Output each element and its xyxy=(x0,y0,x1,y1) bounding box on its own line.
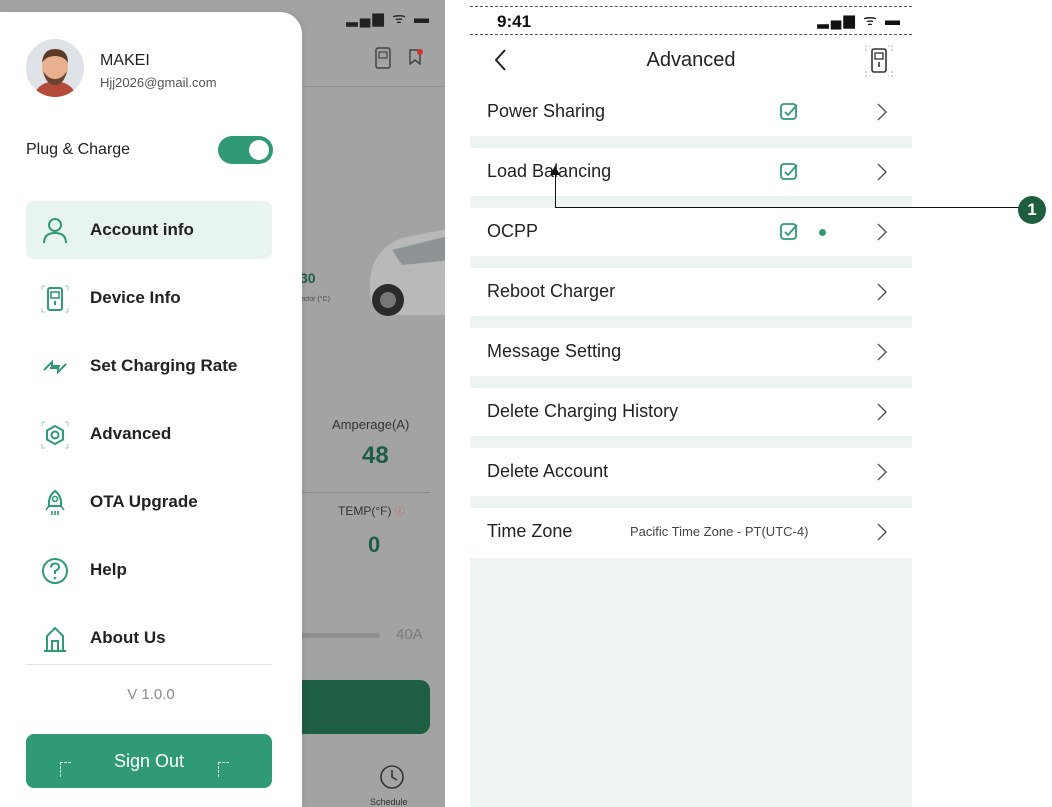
toggle-knob xyxy=(249,140,269,160)
building-icon xyxy=(40,624,70,654)
right-phone-screen: 9:41 ▂▄▆ ᯤ ▬ Advanced Power Sharing Load… xyxy=(470,0,912,807)
app-version: V 1.0.0 xyxy=(127,686,175,703)
plug-charge-toggle[interactable] xyxy=(218,136,273,164)
notification-dot xyxy=(819,229,826,236)
chevron-right-icon xyxy=(876,402,888,422)
chevron-right-icon xyxy=(876,462,888,482)
amperage-label: Amperage(A) xyxy=(332,417,410,432)
menu-item-set-charging-rate[interactable]: Set Charging Rate xyxy=(26,337,272,395)
row-label: OCPP xyxy=(487,221,539,241)
menu-item-advanced[interactable]: Advanced xyxy=(26,405,272,463)
status-bar-guide xyxy=(470,34,912,35)
charger-icon[interactable] xyxy=(864,44,894,78)
user-email: Hjj2026@gmail.com xyxy=(100,75,217,90)
menu-item-about-us[interactable]: About Us xyxy=(26,609,272,667)
annotation-leader-line xyxy=(555,171,556,208)
menu-item-label: Help xyxy=(90,560,127,579)
chevron-right-icon xyxy=(876,162,888,182)
row-label: Power Sharing xyxy=(487,101,606,121)
eye-gear-icon xyxy=(40,420,70,450)
slider-max-label: 40A xyxy=(396,626,423,643)
time-zone-value: Pacific Time Zone - PT(UTC-4) xyxy=(630,524,809,539)
menu-item-label: Advanced xyxy=(90,424,172,443)
row-delete-charging-history[interactable]: Delete Charging History xyxy=(470,388,912,436)
row-time-zone[interactable]: Time Zone Pacific Time Zone - PT(UTC-4) xyxy=(470,508,912,558)
row-ocpp[interactable]: OCPP xyxy=(470,208,912,256)
chevron-right-icon xyxy=(876,102,888,122)
background-header-icons xyxy=(370,44,430,79)
clock-icon xyxy=(377,762,407,792)
row-load-balancing[interactable]: Load Balancing xyxy=(470,148,912,196)
check-icon xyxy=(779,222,799,242)
side-drawer: MAKEI Hjj2026@gmail.com Plug & Charge Ac… xyxy=(0,12,302,807)
annotation-badge: 1 xyxy=(1018,196,1046,224)
background-status-icons: ▂▄▆ ᯤ ▬ xyxy=(346,10,431,27)
schedule-label: Schedule xyxy=(370,797,408,807)
row-label: Message Setting xyxy=(487,341,622,361)
sign-out-button[interactable]: Sign Out xyxy=(26,734,272,788)
charger-icon xyxy=(40,284,70,314)
status-time: 9:41 xyxy=(497,12,532,31)
row-label: Time Zone xyxy=(487,521,573,541)
background-temperature-value: 30 xyxy=(300,270,316,286)
swap-arrows-icon xyxy=(40,352,70,382)
chevron-right-icon xyxy=(876,222,888,242)
user-name: MAKEI xyxy=(100,52,150,69)
temp-value: 0 xyxy=(368,532,381,557)
annotation-leader-line xyxy=(555,207,1020,208)
check-icon xyxy=(779,162,799,182)
background-divider xyxy=(300,86,445,87)
menu-item-label: Account info xyxy=(90,220,194,239)
chevron-right-icon xyxy=(876,342,888,362)
menu-item-account-info[interactable]: Account info xyxy=(26,201,272,259)
chevron-right-icon xyxy=(876,282,888,302)
left-phone-screen: ▂▄▆ ᯤ ▬ 30 nector (°C) Amperage(A) 48 TE… xyxy=(0,0,445,807)
menu-item-label: About Us xyxy=(90,628,166,647)
header: 9:41 ▂▄▆ ᯤ ▬ Advanced xyxy=(470,0,912,88)
divider xyxy=(26,664,272,665)
person-icon xyxy=(40,216,70,246)
amperage-value: 48 xyxy=(362,442,389,469)
row-power-sharing[interactable]: Power Sharing xyxy=(470,88,912,136)
row-label: Reboot Charger xyxy=(487,281,616,301)
menu-item-help[interactable]: Help xyxy=(26,541,272,599)
temp-label: TEMP(°F) ⓘ xyxy=(338,504,405,518)
row-message-setting[interactable]: Message Setting xyxy=(470,328,912,376)
chevron-right-icon xyxy=(876,522,888,542)
help-icon xyxy=(40,556,70,586)
avatar[interactable] xyxy=(26,39,84,97)
background-action-button xyxy=(290,680,430,734)
page-title: Advanced xyxy=(646,49,736,71)
menu-item-ota-upgrade[interactable]: OTA Upgrade xyxy=(26,473,272,531)
menu-item-label: OTA Upgrade xyxy=(90,492,198,511)
check-icon xyxy=(779,102,799,122)
status-bar-guide xyxy=(470,6,912,7)
row-label: Delete Account xyxy=(487,461,609,481)
menu-item-label: Device Info xyxy=(90,288,181,307)
row-reboot-charger[interactable]: Reboot Charger xyxy=(470,268,912,316)
sign-out-label: Sign Out xyxy=(113,751,185,771)
status-bar-icons: ▂▄▆ ᯤ ▬ xyxy=(817,12,902,29)
row-label: Delete Charging History xyxy=(487,401,679,421)
rocket-icon xyxy=(40,488,70,518)
charging-rate-slider xyxy=(300,633,380,638)
menu-item-device-info[interactable]: Device Info xyxy=(26,269,272,327)
menu-item-label: Set Charging Rate xyxy=(90,356,238,375)
background-divider xyxy=(300,492,430,493)
plug-charge-label: Plug & Charge xyxy=(26,141,131,158)
row-delete-account[interactable]: Delete Account xyxy=(470,448,912,496)
car-image xyxy=(362,220,445,320)
